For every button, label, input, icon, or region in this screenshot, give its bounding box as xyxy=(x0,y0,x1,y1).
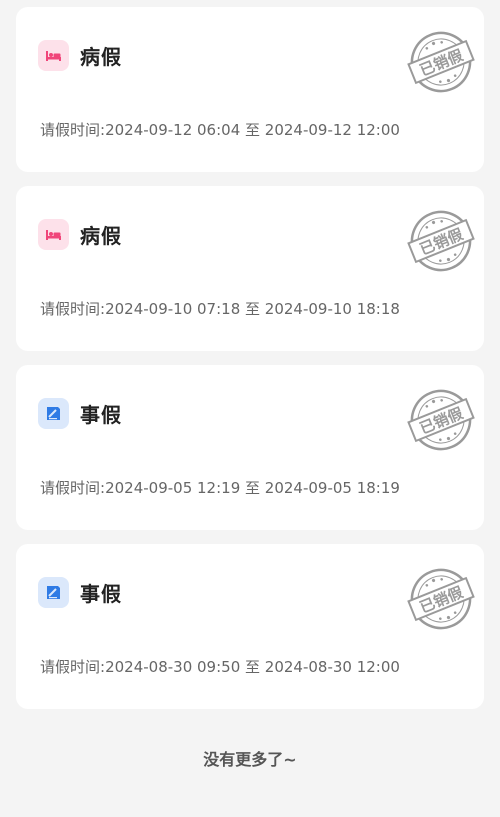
leave-time-line: 请假时间:2024-09-10 07:18 至 2024-09-10 18:18 xyxy=(40,298,400,319)
leave-record-card[interactable]: 事假 请假时间:2024-08-30 09:50 至 2024-08-30 12… xyxy=(16,544,484,709)
time-label: 请假时间: xyxy=(40,658,106,676)
start-time: 2024-09-05 12:19 xyxy=(105,479,241,497)
cancelled-stamp: 已销假 xyxy=(401,385,481,459)
time-label: 请假时间: xyxy=(40,121,106,139)
leave-time-line: 请假时间:2024-09-12 06:04 至 2024-09-12 12:00 xyxy=(40,119,400,140)
leave-record-card[interactable]: 病假 请假时间:2024-09-10 07:18 至 2024-09-10 18… xyxy=(16,186,484,351)
time-separator: 至 xyxy=(240,479,265,497)
time-label: 请假时间: xyxy=(40,300,106,318)
time-label: 请假时间: xyxy=(40,479,106,497)
leave-type-label: 病假 xyxy=(80,45,122,69)
time-separator: 至 xyxy=(240,121,265,139)
end-time: 2024-09-10 18:18 xyxy=(264,300,400,318)
start-time: 2024-08-30 09:50 xyxy=(105,658,241,676)
bed-icon xyxy=(38,40,69,71)
leave-record-list: 病假 请假时间:2024-09-12 06:04 至 2024-09-12 12… xyxy=(16,7,484,723)
leave-record-card[interactable]: 事假 请假时间:2024-09-05 12:19 至 2024-09-05 18… xyxy=(16,365,484,530)
end-time: 2024-09-12 12:00 xyxy=(264,121,400,139)
leave-record-card[interactable]: 病假 请假时间:2024-09-12 06:04 至 2024-09-12 12… xyxy=(16,7,484,172)
leave-type-label: 病假 xyxy=(80,224,122,248)
document-icon xyxy=(38,577,69,608)
leave-type-label: 事假 xyxy=(80,582,122,606)
leave-time-line: 请假时间:2024-09-05 12:19 至 2024-09-05 18:19 xyxy=(40,477,400,498)
bed-icon xyxy=(38,219,69,250)
no-more-footer: 没有更多了~ xyxy=(203,750,297,769)
end-time: 2024-08-30 12:00 xyxy=(264,658,400,676)
cancelled-stamp: 已销假 xyxy=(401,206,481,280)
document-icon xyxy=(38,398,69,429)
start-time: 2024-09-12 06:04 xyxy=(105,121,241,139)
time-separator: 至 xyxy=(240,300,265,318)
leave-type-label: 事假 xyxy=(80,403,122,427)
leave-time-line: 请假时间:2024-08-30 09:50 至 2024-08-30 12:00 xyxy=(40,656,400,677)
end-time: 2024-09-05 18:19 xyxy=(264,479,400,497)
start-time: 2024-09-10 07:18 xyxy=(105,300,241,318)
time-separator: 至 xyxy=(240,658,265,676)
cancelled-stamp: 已销假 xyxy=(401,27,481,101)
cancelled-stamp: 已销假 xyxy=(401,564,481,638)
